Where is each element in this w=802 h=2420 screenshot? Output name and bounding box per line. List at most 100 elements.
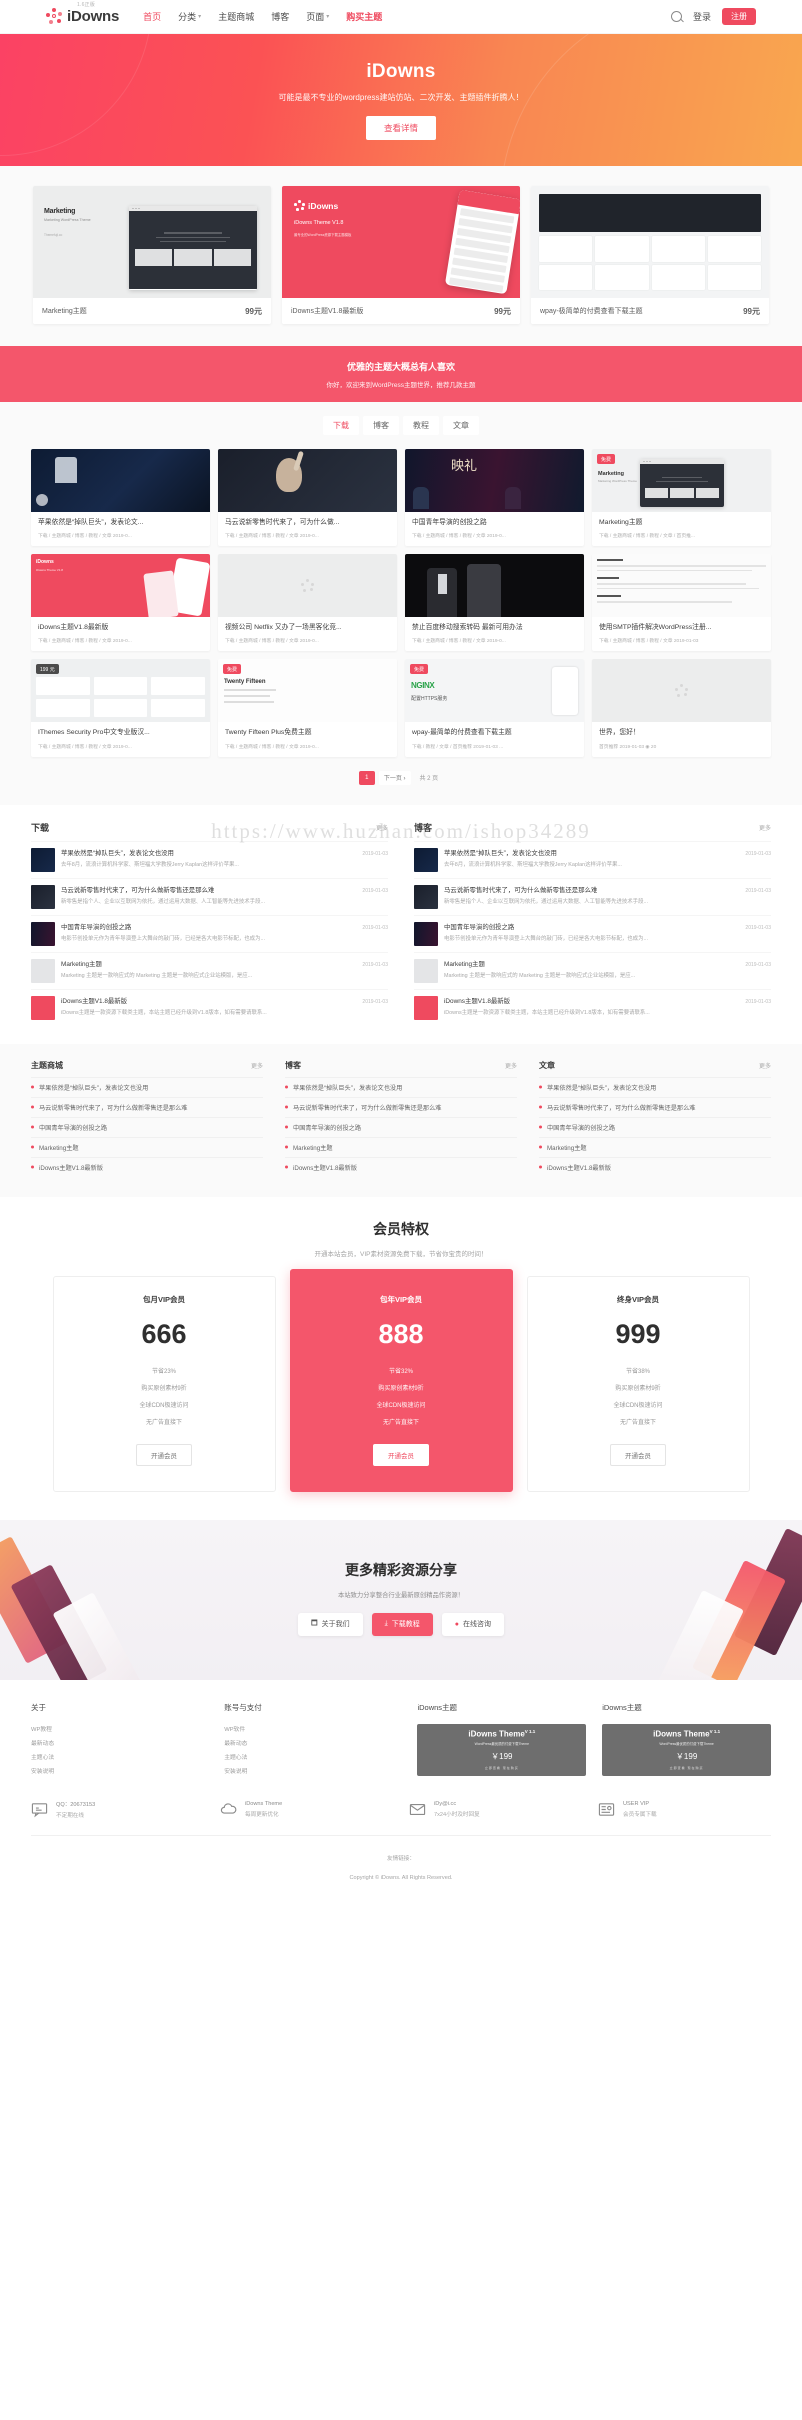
site-footer: 关于 WP教程 最新动态 主题心法 安装说明 账号与支付 WP软件 最新动态 主… bbox=[0, 1679, 802, 1897]
list-item[interactable]: 马云说新零售时代来了，可为什么做新零售还是那么难 2019-01-03 新零售是… bbox=[414, 877, 771, 915]
list-item-desc: 新零售是指个人、企业以互联网为依托，通过运用大数据、人工智能等先进技术手段... bbox=[444, 898, 648, 905]
nav-label: 分类 bbox=[178, 12, 197, 22]
more-link[interactable]: 更多 bbox=[376, 823, 388, 832]
nav-item-blog[interactable]: 博客 bbox=[271, 10, 289, 23]
article-card[interactable]: 199 元 IThemes Security Pro中文专业版汉... 下载 /… bbox=[31, 659, 210, 757]
placeholder-logo-icon bbox=[218, 554, 397, 617]
online-consult-button[interactable]: ● 在线咨询 bbox=[441, 1612, 504, 1636]
list-item[interactable]: 苹果依然是“掉队巨头”，发表论文也没用 bbox=[539, 1076, 771, 1097]
more-link[interactable]: 更多 bbox=[251, 1061, 263, 1070]
tab-blog[interactable]: 博客 bbox=[363, 416, 399, 435]
footer-link[interactable]: 安装说明 bbox=[224, 1766, 401, 1775]
showcase-mock-text: Marketing Marketing WordPress Theme Them… bbox=[44, 208, 118, 237]
footer-ad-banner[interactable]: iDowns ThemeV 1.1 WordPress最优质的付费下载Theme… bbox=[417, 1723, 587, 1776]
footer-link[interactable]: WP软件 bbox=[224, 1724, 401, 1733]
list-item[interactable]: 马云说新零售时代来了，可为什么做新零售还是那么难 bbox=[285, 1096, 517, 1117]
footer-link[interactable]: 最新动态 bbox=[224, 1738, 401, 1747]
subscribe-button[interactable]: 开通会员 bbox=[610, 1443, 666, 1466]
about-us-button[interactable]: 🗖 关于我们 bbox=[298, 1612, 363, 1636]
more-link[interactable]: 更多 bbox=[505, 1061, 517, 1070]
list-item-date: 2019-01-03 bbox=[362, 924, 388, 931]
nav-item-category[interactable]: 分类 ▾ bbox=[178, 10, 201, 23]
list-item[interactable]: 中国青年导演的创投之路 bbox=[31, 1116, 263, 1137]
nav-item-pages[interactable]: 页面 ▾ bbox=[306, 10, 329, 23]
list-item[interactable]: 马云说新零售时代来了，可为什么做新零售还是那么难 bbox=[31, 1096, 263, 1117]
plan-feature: 节省23% bbox=[151, 1368, 176, 1375]
list-item[interactable]: 苹果依然是“掉队巨头”，发表论文也没用 bbox=[31, 1076, 263, 1097]
card-title: 视频公司 Netflix 又办了一场黑客化竞... bbox=[225, 624, 342, 632]
footer-column-title: iDowns主题 bbox=[602, 1702, 642, 1712]
article-card[interactable]: 禁止百度移动搜索转码 最新可用办法 下载 / 主题商城 / 博客 / 教程 / … bbox=[405, 554, 584, 652]
article-card[interactable]: 映礼 中国青年导演的创投之路 下载 / 主题商城 / 博客 / 教程 / 文章 … bbox=[405, 449, 584, 547]
list-item[interactable]: 苹果依然是“掉队巨头”，发表论文也没用 bbox=[285, 1076, 517, 1097]
footer-link[interactable]: 主题心法 bbox=[224, 1752, 401, 1761]
page-1-button[interactable]: 1 bbox=[358, 770, 375, 785]
list-item[interactable]: 中国青年导演的创投之路 2019-01-03 电影节创投单元作为青年导演登上大舞… bbox=[414, 914, 771, 952]
list-item[interactable]: Marketing主题 bbox=[31, 1136, 263, 1157]
list-item-desc: iDowns主题是一款资源下载类主题，本站主题已经升级到V1.8版本，如有需要请… bbox=[61, 1009, 267, 1016]
list-item[interactable]: 中国青年导演的创投之路 bbox=[285, 1116, 517, 1137]
list-item[interactable]: 中国青年导演的创投之路 bbox=[539, 1116, 771, 1137]
login-link[interactable]: 登录 bbox=[693, 10, 711, 23]
brand-logo[interactable]: 1.6正版 iDowns bbox=[46, 2, 119, 26]
detail-lists-section: https://www.huzhan.com/ishop34289 下载 更多 … bbox=[0, 804, 802, 1044]
footer-link[interactable]: WP教程 bbox=[31, 1724, 208, 1733]
showcase-name: wpay-极简单的付费查看下载主题 bbox=[540, 308, 643, 315]
list-item[interactable]: 苹果依然是“掉队巨头”，发表论文也没用 2019-01-03 去年8月，流浪计算… bbox=[31, 840, 388, 878]
service-qq: QQ：20673153 不定期在线 bbox=[31, 1800, 204, 1819]
card-thumbnail bbox=[31, 449, 210, 512]
download-tutorial-button[interactable]: ⤓ 下载教程 bbox=[371, 1612, 433, 1636]
list-item[interactable]: Marketing主题 bbox=[285, 1136, 517, 1157]
browser-mockup bbox=[129, 206, 257, 290]
search-icon[interactable] bbox=[670, 11, 682, 22]
list-item[interactable]: Marketing主题 2019-01-03 Marketing 主题是一款响应… bbox=[31, 951, 388, 989]
nav-item-home[interactable]: 首页 bbox=[143, 10, 161, 23]
tab-download[interactable]: 下载 bbox=[323, 416, 359, 435]
list-item[interactable]: Marketing主题 bbox=[539, 1136, 771, 1157]
ad-price: ￥199 bbox=[491, 1752, 513, 1762]
list-item[interactable]: 苹果依然是“掉队巨头”，发表论文也没用 2019-01-03 去年8月，流浪计算… bbox=[414, 840, 771, 878]
article-card[interactable]: 苹果依然是“掉队巨头”，发表论文... 下载 / 主题商城 / 博客 / 教程 … bbox=[31, 449, 210, 547]
list-item[interactable]: 马云说新零售时代来了，可为什么做新零售还是那么难 bbox=[539, 1096, 771, 1117]
nav-item-buy-theme[interactable]: 购买主题 bbox=[346, 10, 382, 23]
plan-feature: 购买原创素材9折 bbox=[615, 1385, 661, 1392]
article-card[interactable]: 世界，您好！ 首页推荐 2019-01-03 ◉ 20 bbox=[592, 659, 771, 757]
list-item[interactable]: iDowns主题V1.8最新版 bbox=[285, 1156, 517, 1177]
showcase-card-wpay[interactable]: wpay-极简单的付费查看下载主题 99元 bbox=[531, 186, 769, 324]
id-card-icon bbox=[598, 1801, 615, 1818]
list-item-title: 马云说新零售时代来了，可为什么做新零售还是那么难 bbox=[61, 886, 215, 894]
list-item[interactable]: iDowns主题V1.8最新版 bbox=[31, 1156, 263, 1177]
subscribe-button[interactable]: 开通会员 bbox=[136, 1443, 192, 1466]
list-item[interactable]: iDowns主题V1.8最新版 bbox=[539, 1156, 771, 1177]
article-card[interactable]: 马云说新零售时代来了，可为什么做... 下载 / 主题商城 / 博客 / 教程 … bbox=[218, 449, 397, 547]
register-button[interactable]: 注册 bbox=[722, 8, 756, 25]
list-item[interactable]: Marketing主题 2019-01-03 Marketing 主题是一款响应… bbox=[414, 951, 771, 989]
more-link[interactable]: 更多 bbox=[759, 823, 771, 832]
article-card[interactable]: 免费 NGINX 配置HTTPS服务 wpay-最简单的付费查看下载主题 下载 … bbox=[405, 659, 584, 757]
article-card[interactable]: 免费 Twenty Fifteen Twenty Fifteen Plus免费主… bbox=[218, 659, 397, 757]
next-page-button[interactable]: 下一页 › bbox=[378, 770, 411, 785]
list-item[interactable]: 中国青年导演的创投之路 2019-01-03 电影节创投单元作为青年导演登上大舞… bbox=[31, 914, 388, 952]
list-item[interactable]: 马云说新零售时代来了，可为什么做新零售还是那么难 2019-01-03 新零售是… bbox=[31, 877, 388, 915]
showcase-card-idowns[interactable]: iDowns iDowns Theme V1.8 最专业的WordPress资源… bbox=[282, 186, 520, 324]
hero-detail-button[interactable]: 查看详情 bbox=[365, 115, 436, 140]
footer-ad-banner[interactable]: iDowns ThemeV 1.1 WordPress最优质的付费下载Theme… bbox=[602, 1723, 771, 1776]
footer-link[interactable]: 安装说明 bbox=[31, 1766, 208, 1775]
article-card[interactable]: iDowns iDowns Theme V1.8 iDowns主题V1.8最新版… bbox=[31, 554, 210, 652]
nav-item-theme-store[interactable]: 主题商城 bbox=[218, 10, 254, 23]
subscribe-button[interactable]: 开通会员 bbox=[373, 1443, 429, 1466]
article-card[interactable]: 免费 Marketing Marketing WordPress Theme M… bbox=[592, 449, 771, 547]
article-card[interactable]: 使用SMTP插件解决WordPress注册... 下载 / 主题商城 / 博客 … bbox=[592, 554, 771, 652]
article-card[interactable]: 视频公司 Netflix 又办了一场黑客化竞... 下载 / 主题商城 / 博客… bbox=[218, 554, 397, 652]
card-badge: 免费 bbox=[597, 454, 616, 464]
footer-link[interactable]: 最新动态 bbox=[31, 1738, 208, 1747]
plan-amount: 999 bbox=[615, 1318, 661, 1349]
showcase-card-marketing[interactable]: Marketing Marketing WordPress Theme Them… bbox=[33, 186, 271, 324]
more-link[interactable]: 更多 bbox=[759, 1061, 771, 1070]
list-item-title: iDowns主题V1.8最新版 bbox=[61, 997, 128, 1005]
list-item[interactable]: iDowns主题V1.8最新版 2019-01-03 iDowns主题是一款资源… bbox=[414, 988, 771, 1026]
footer-link[interactable]: 主题心法 bbox=[31, 1752, 208, 1761]
list-item[interactable]: iDowns主题V1.8最新版 2019-01-03 iDowns主题是一款资源… bbox=[31, 988, 388, 1026]
tab-tutorial[interactable]: 教程 bbox=[403, 416, 439, 435]
tab-article[interactable]: 文章 bbox=[443, 416, 479, 435]
